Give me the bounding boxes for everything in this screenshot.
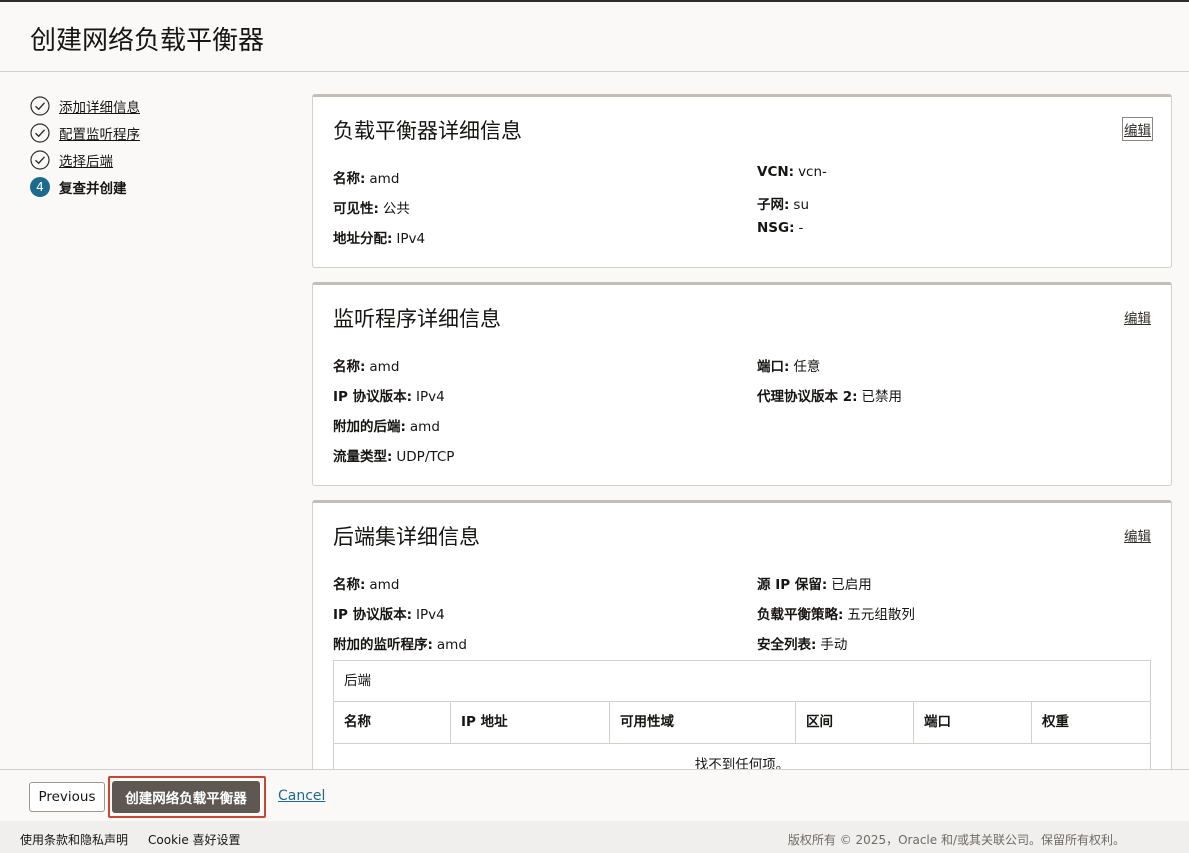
table-header-row: 名称 IP 地址 可用性域 区间 端口 权重 [334, 702, 1150, 744]
step-label[interactable]: 配置监听程序 [59, 123, 140, 143]
card-title: 负载平衡器详细信息 [333, 119, 522, 143]
column-header-compartment[interactable]: 区间 [796, 702, 914, 743]
detail-lb-policy: 负载平衡策略: 五元组散列 [757, 607, 915, 623]
detail-name: 名称: amd [333, 171, 400, 187]
page-header: 创建网络负载平衡器 [0, 2, 1189, 72]
check-circle-icon [30, 149, 50, 170]
column-header-port[interactable]: 端口 [914, 702, 1032, 743]
copyright-text: 版权所有 © 2025，Oracle 和/或其关联公司。保留所有权利。 [787, 833, 1125, 847]
action-bar: Previous 创建网络负载平衡器 Cancel [0, 769, 1189, 821]
check-circle-icon [30, 95, 50, 116]
column-header-name[interactable]: 名称 [334, 702, 451, 743]
detail-ip-version: IP 协议版本: IPv4 [333, 389, 445, 405]
page-title: 创建网络负载平衡器 [30, 26, 265, 56]
detail-traffic-type: 流量类型: UDP/TCP [333, 449, 455, 465]
step-add-details[interactable]: 添加详细信息 [30, 92, 290, 119]
terms-privacy-link[interactable]: 使用条款和隐私声明 [20, 831, 128, 848]
step-choose-backends[interactable]: 选择后端 [30, 146, 290, 173]
create-network-load-balancer-button[interactable]: 创建网络负载平衡器 [112, 781, 260, 813]
step-label: 复查并创建 [59, 180, 127, 197]
detail-vcn: VCN: vcn- [757, 164, 827, 180]
detail-address-allocation: 地址分配: IPv4 [333, 231, 426, 247]
detail-security-list: 安全列表: 手动 [757, 637, 848, 653]
detail-name: 名称: amd [333, 577, 400, 593]
column-header-availability-domain[interactable]: 可用性域 [610, 702, 796, 743]
detail-subnet: 子网: su [757, 197, 809, 213]
cookie-preferences-link[interactable]: Cookie 喜好设置 [148, 831, 241, 848]
table-caption: 后端 [334, 661, 1150, 702]
detail-nsg: NSG: - [757, 220, 804, 236]
step-label[interactable]: 选择后端 [59, 150, 113, 170]
wizard-steps: 添加详细信息 配置监听程序 选择后端 4 复查并创建 [30, 92, 290, 200]
detail-attached-backend: 附加的后端: amd [333, 419, 440, 435]
step-configure-listener[interactable]: 配置监听程序 [30, 119, 290, 146]
backend-set-details-card: 后端集详细信息 编辑 名称: amd IP 协议版本: IPv4 附加的监听程序: a… [312, 500, 1172, 769]
review-content[interactable]: 负载平衡器详细信息 编辑 名称: amd 可见性: 公共 地址分配: IPv4 VCN… [312, 94, 1172, 769]
detail-source-ip-preservation: 源 IP 保留: 已启用 [757, 577, 872, 593]
check-circle-icon [30, 122, 50, 143]
site-footer: 使用条款和隐私声明 Cookie 喜好设置 版权所有 © 2025，Oracle… [0, 821, 1189, 853]
listener-details-card: 监听程序详细信息 编辑 名称: amd IP 协议版本: IPv4 附加的后端: am… [312, 282, 1172, 486]
detail-name: 名称: amd [333, 359, 400, 375]
column-header-weight[interactable]: 权重 [1032, 702, 1150, 743]
detail-ip-version: IP 协议版本: IPv4 [333, 607, 445, 623]
step-review-create: 4 复查并创建 [30, 173, 290, 200]
previous-button[interactable]: Previous [29, 782, 105, 812]
edit-link[interactable]: 编辑 [1122, 117, 1153, 141]
detail-visibility: 可见性: 公共 [333, 201, 410, 217]
step-label[interactable]: 添加详细信息 [59, 96, 140, 116]
column-header-ip[interactable]: IP 地址 [451, 702, 610, 743]
table-empty-message: 找不到任何项。 [694, 757, 790, 769]
load-balancer-details-card: 负载平衡器详细信息 编辑 名称: amd 可见性: 公共 地址分配: IPv4 VCN… [312, 94, 1172, 268]
card-title: 后端集详细信息 [333, 525, 480, 549]
detail-proxy-protocol: 代理协议版本 2: 已禁用 [757, 389, 902, 405]
edit-link[interactable]: 编辑 [1124, 307, 1151, 327]
cancel-link[interactable]: Cancel [278, 788, 325, 804]
card-title: 监听程序详细信息 [333, 307, 501, 331]
edit-link[interactable]: 编辑 [1124, 525, 1151, 545]
detail-attached-listener: 附加的监听程序: amd [333, 637, 467, 653]
detail-port: 端口: 任意 [757, 359, 821, 375]
step-number-badge: 4 [30, 176, 50, 197]
backends-table: 后端 名称 IP 地址 可用性域 区间 端口 权重 找不到任何项。 [333, 660, 1151, 769]
